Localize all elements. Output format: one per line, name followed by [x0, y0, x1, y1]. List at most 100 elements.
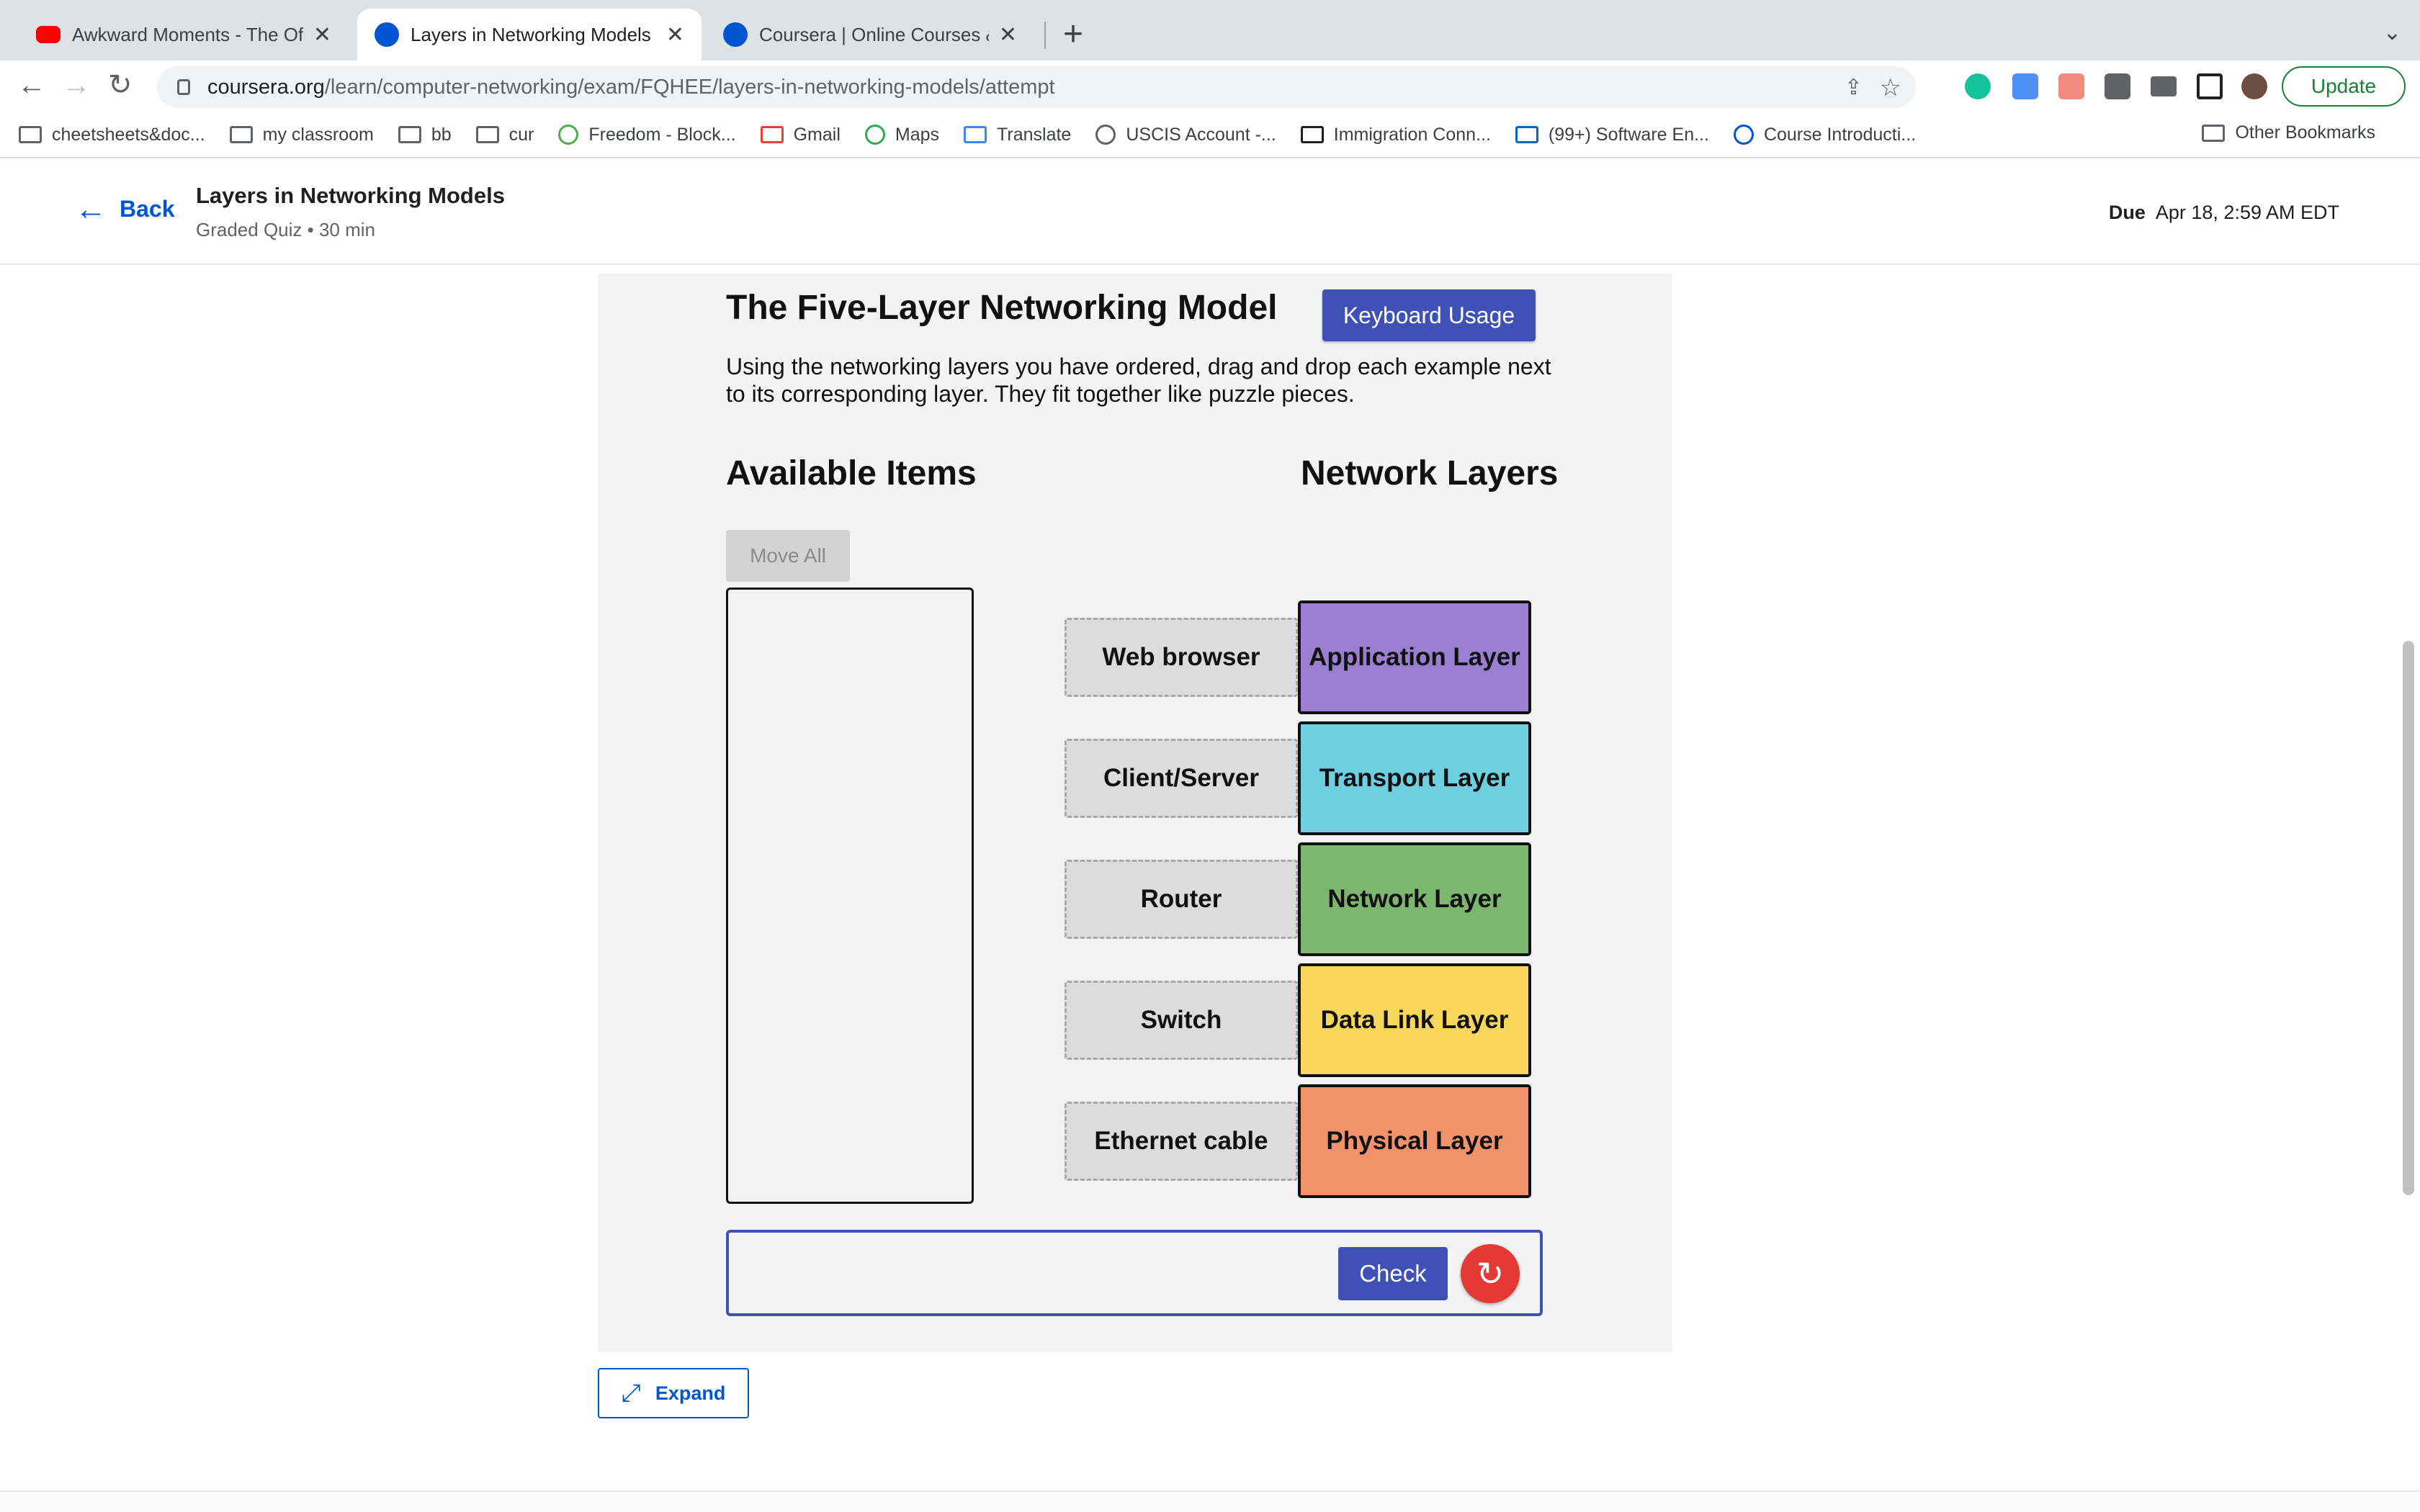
maps-icon [864, 125, 885, 145]
bookmark-label: USCIS Account -... [1126, 124, 1276, 145]
new-tab-button[interactable]: + [1063, 16, 1083, 53]
folder-icon [19, 126, 42, 143]
bookmark-item[interactable]: Immigration Conn... [1300, 125, 1491, 145]
arrow-left-icon: ← [75, 191, 107, 227]
available-items-dropzone[interactable] [726, 588, 974, 1204]
draggable-example[interactable]: Web browser [1065, 618, 1298, 697]
layer-row: Ethernet cable Physical Layer [1065, 1084, 1533, 1200]
tab-layers-quiz[interactable]: Layers in Networking Models | ✕ [357, 9, 702, 60]
back-button[interactable]: ← Back [75, 191, 175, 227]
grammarly-icon[interactable] [1965, 73, 1991, 99]
layer-tile: Application Layer [1298, 600, 1531, 714]
bookmark-folder[interactable]: bb [398, 125, 452, 145]
linkedin-icon [1515, 126, 1538, 143]
page-footer-divider [0, 1490, 2420, 1512]
layer-tile: Transport Layer [1298, 721, 1531, 835]
bookmark-item[interactable]: USCIS Account -... [1095, 125, 1276, 145]
check-button[interactable]: Check [1338, 1247, 1448, 1300]
feedback-bar: Check ↻ [726, 1230, 1543, 1316]
bookmarks-bar: cheetsheets&doc... my classroom bb cur F… [0, 112, 2420, 158]
bookmark-label: Maps [895, 124, 940, 145]
due-value: Apr 18, 2:59 AM EDT [2155, 202, 2339, 223]
tab-strip: Awkward Moments - The Offic ✕ Layers in … [0, 0, 2420, 60]
bookmark-item[interactable]: Gmail [760, 124, 841, 145]
available-items-heading: Available Items [726, 454, 977, 492]
bookmark-folder[interactable]: cheetsheets&doc... [19, 125, 205, 145]
side-panel-icon[interactable] [2197, 73, 2223, 99]
url-host: coursera.org [207, 75, 325, 99]
keyboard-usage-button[interactable]: Keyboard Usage [1322, 289, 1536, 341]
address-bar[interactable]: coursera.org/learn/computer-networking/e… [157, 66, 1916, 108]
network-layers-heading: Network Layers [1301, 454, 1559, 492]
bookmark-item[interactable]: Freedom - Block... [558, 125, 736, 145]
page-subtitle: Graded Quiz • 30 min [196, 219, 375, 240]
draggable-example[interactable]: Client/Server [1065, 739, 1298, 818]
share-icon[interactable]: ⇪ [1845, 75, 1863, 100]
tab-coursera[interactable]: Coursera | Online Courses & Cr ✕ [706, 9, 1034, 60]
close-icon[interactable]: ✕ [313, 22, 331, 48]
bookmark-item[interactable]: Course Introducti... [1733, 124, 1917, 145]
close-icon[interactable]: ✕ [999, 22, 1017, 48]
back-arrow-icon[interactable]: ← [17, 71, 46, 99]
coursera-icon [375, 22, 399, 47]
translate-icon [964, 126, 987, 143]
bookmark-label: Other Bookmarks [2235, 122, 2375, 143]
update-button[interactable]: Update [2282, 66, 2406, 107]
tab-title: Coursera | Online Courses & Cr [759, 23, 989, 45]
activity-title: The Five-Layer Networking Model [726, 289, 1278, 327]
tab-separator [1044, 22, 1046, 49]
reset-icon[interactable]: ↻ [1461, 1244, 1520, 1303]
layer-tile: Physical Layer [1298, 1084, 1531, 1198]
butterfly-icon [558, 125, 579, 145]
due-label: Due [2108, 202, 2146, 223]
bookmark-label: my classroom [262, 124, 374, 145]
bookmark-label: Translate [997, 124, 1072, 145]
quiz-header: ← Back Layers in Networking Models Grade… [0, 158, 2420, 265]
translate-extension-icon[interactable] [2012, 73, 2038, 99]
forward-arrow-icon[interactable]: → [62, 71, 91, 99]
star-icon[interactable]: ☆ [1880, 73, 1901, 102]
folder-icon [475, 126, 499, 143]
expand-label: Expand [655, 1382, 726, 1404]
layer-row: Web browser Application Layer [1065, 600, 1533, 716]
expand-arrows-icon: ⤢ [621, 1379, 641, 1407]
tab-search-chevron-icon[interactable]: ⌄ [2383, 20, 2401, 45]
expand-button[interactable]: ⤢ Expand [598, 1368, 749, 1418]
bookmark-item[interactable]: Translate [964, 125, 1071, 145]
bookmark-folder[interactable]: cur [475, 124, 534, 145]
reading-list-icon[interactable] [2151, 76, 2177, 96]
bookmark-item[interactable]: (99+) Software En... [1515, 125, 1709, 145]
due-date: Due Apr 18, 2:59 AM EDT [2109, 202, 2339, 224]
avatar[interactable] [2241, 73, 2267, 99]
bookmark-site-icon [1300, 126, 1324, 143]
bookmark-label: cheetsheets&doc... [52, 124, 205, 145]
bookmark-label: bb [431, 124, 452, 145]
other-bookmarks[interactable]: Other Bookmarks [2202, 122, 2375, 143]
layer-row: Client/Server Transport Layer [1065, 721, 1533, 837]
reload-icon[interactable]: ↻ [108, 71, 133, 99]
bookmark-label: (99+) Software En... [1548, 124, 1709, 145]
puzzle-icon[interactable] [2105, 73, 2130, 99]
browser-chrome: Awkward Moments - The Offic ✕ Layers in … [0, 0, 2420, 158]
bookmark-label: Course Introducti... [1763, 124, 1917, 145]
bookmark-folder[interactable]: my classroom [229, 124, 374, 145]
extension-icon[interactable] [2058, 73, 2084, 99]
scrollbar[interactable] [2403, 641, 2414, 1195]
bookmark-item[interactable]: Maps [864, 124, 940, 145]
coursera-icon [1733, 125, 1754, 145]
bookmark-label: cur [508, 124, 534, 145]
layer-tile: Data Link Layer [1298, 963, 1531, 1077]
back-label: Back [120, 196, 175, 222]
lock-icon [177, 79, 190, 95]
tab-youtube[interactable]: Awkward Moments - The Offic ✕ [19, 9, 349, 60]
draggable-example[interactable]: Router [1065, 860, 1298, 939]
activity-panel: The Five-Layer Networking Model Keyboard… [598, 274, 1672, 1352]
move-all-button[interactable]: Move All [726, 530, 850, 582]
draggable-example[interactable]: Ethernet cable [1065, 1102, 1298, 1181]
tab-title: Layers in Networking Models | [411, 23, 656, 45]
close-icon[interactable]: ✕ [666, 22, 684, 48]
youtube-icon [36, 26, 60, 43]
layer-row: Router Network Layer [1065, 842, 1533, 958]
bookmark-label: Gmail [793, 124, 841, 145]
draggable-example[interactable]: Switch [1065, 981, 1298, 1060]
